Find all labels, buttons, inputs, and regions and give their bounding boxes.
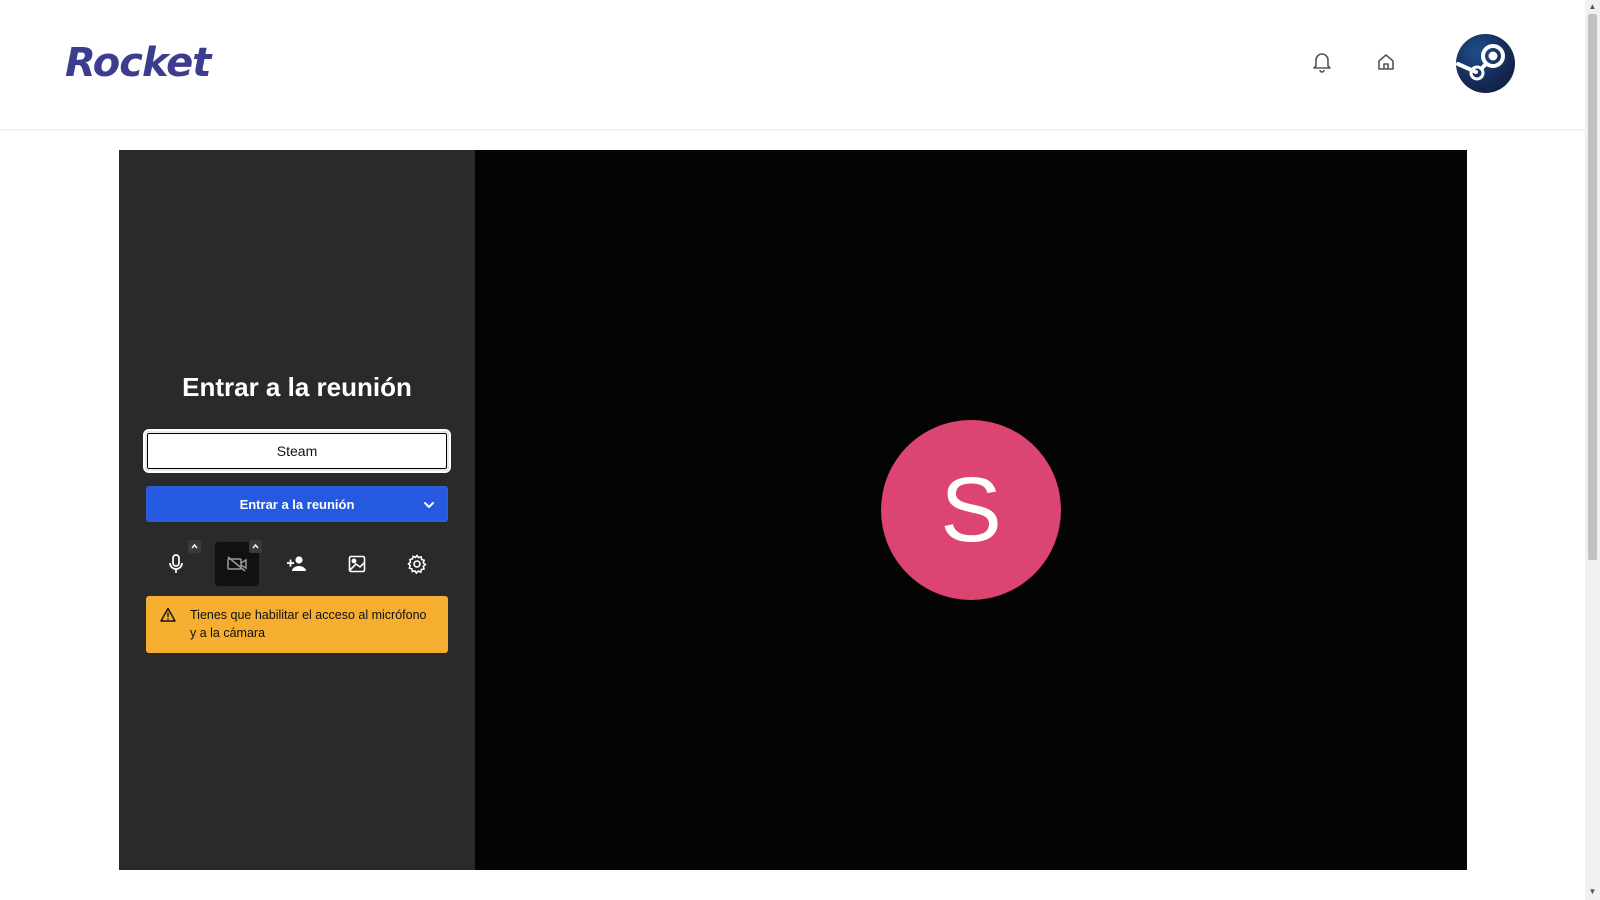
microphone-icon xyxy=(169,554,183,573)
top-header: Rocket xyxy=(0,0,1585,130)
scroll-down-arrow[interactable]: ▼ xyxy=(1588,887,1597,896)
virtual-background-button[interactable] xyxy=(335,542,379,586)
user-avatar[interactable] xyxy=(1456,34,1515,93)
camera-off-icon xyxy=(227,556,247,572)
camera-options-caret[interactable] xyxy=(249,540,262,553)
microphone-options-caret[interactable] xyxy=(188,540,201,553)
chevron-down-icon[interactable] xyxy=(423,499,435,511)
prejoin-toolbar xyxy=(146,540,448,586)
scroll-thumb[interactable] xyxy=(1588,14,1597,560)
scroll-up-arrow[interactable]: ▲ xyxy=(1588,2,1597,11)
bell-icon[interactable] xyxy=(1310,50,1334,74)
invite-person-button[interactable] xyxy=(275,542,319,586)
home-icon[interactable] xyxy=(1374,50,1398,74)
permissions-warning: Tienes que habilitar el acceso al micróf… xyxy=(146,596,448,653)
participant-initial: S xyxy=(940,458,1002,561)
page-scrollbar[interactable]: ▲ ▼ xyxy=(1585,0,1600,900)
join-meeting-label: Entrar a la reunión xyxy=(239,496,355,512)
settings-button[interactable] xyxy=(395,542,439,586)
invite-person-icon xyxy=(287,556,306,571)
prejoin-panel: Entrar a la reunión Entrar a la reunión xyxy=(119,150,475,870)
steam-logo-icon xyxy=(1456,44,1505,81)
participant-avatar: S xyxy=(881,420,1061,600)
settings-icon xyxy=(407,554,427,574)
meeting-stage: Entrar a la reunión Entrar a la reunión xyxy=(119,150,1467,870)
rocket-logo[interactable]: Rocket xyxy=(65,40,211,86)
join-meeting-button[interactable]: Entrar a la reunión xyxy=(146,486,448,522)
display-name-input[interactable] xyxy=(143,429,451,473)
prejoin-title: Entrar a la reunión xyxy=(182,372,412,402)
warning-icon xyxy=(160,607,176,622)
warning-text: Tienes que habilitar el acceso al micróf… xyxy=(190,608,427,640)
virtual-background-icon xyxy=(348,555,366,573)
